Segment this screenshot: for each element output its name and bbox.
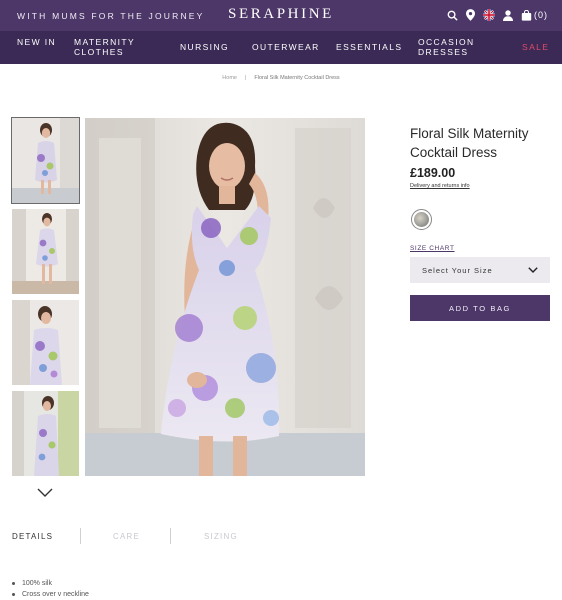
breadcrumb-home[interactable]: Home xyxy=(222,75,237,81)
breadcrumb: Home | Floral Silk Maternity Cocktail Dres… xyxy=(0,75,562,81)
search-icon[interactable] xyxy=(447,10,458,21)
product-title: Floral Silk Maternity Cocktail Dress xyxy=(410,126,529,160)
nav-item-outerwear[interactable]: OUTERWEAR xyxy=(252,42,320,52)
size-chart-link[interactable]: SIZE CHART xyxy=(410,245,455,252)
tab-sizing[interactable]: SIZING xyxy=(204,532,238,541)
location-pin-icon[interactable] xyxy=(466,9,475,21)
tab-care[interactable]: CARE xyxy=(113,532,140,541)
main-navigation: NEW IN MATERNITY CLOTHES NURSING OUTERWE… xyxy=(0,31,562,64)
gallery-thumbnail[interactable] xyxy=(12,300,79,385)
gallery-thumbnail[interactable] xyxy=(12,209,79,294)
nav-item-maternity-clothes[interactable]: MATERNITY CLOTHES xyxy=(74,37,146,57)
breadcrumb-separator: | xyxy=(244,75,247,81)
main-product-image[interactable] xyxy=(85,118,365,476)
list-item: Cross over v neckline xyxy=(12,589,89,600)
nav-item-nursing[interactable]: NURSING xyxy=(180,42,229,52)
details-list: 100% silk Cross over v neckline xyxy=(12,578,89,600)
product-price: £189.00 xyxy=(410,166,456,180)
gallery-thumbnail[interactable] xyxy=(12,391,79,476)
add-to-bag-button[interactable]: ADD TO BAG xyxy=(410,295,550,321)
size-select[interactable]: Select Your Size xyxy=(410,257,550,283)
swatch-fill xyxy=(414,212,429,227)
nav-item-occasion-dresses[interactable]: OCCASION DRESSES xyxy=(418,37,488,57)
account-icon[interactable] xyxy=(503,9,513,21)
colour-swatch[interactable] xyxy=(411,209,432,230)
bag-count: (0) xyxy=(534,10,548,20)
shopping-bag-button[interactable]: (0) xyxy=(521,9,548,21)
size-select-value: Select Your Size xyxy=(422,265,493,275)
uk-flag-icon[interactable] xyxy=(483,9,495,21)
chevron-down-icon xyxy=(528,267,538,273)
shopping-bag-icon xyxy=(521,9,532,21)
gallery-thumbnail[interactable] xyxy=(11,117,80,204)
tab-divider xyxy=(170,528,171,544)
tagline: WITH MUMS FOR THE JOURNEY xyxy=(17,11,205,21)
nav-item-sale[interactable]: SALE xyxy=(522,42,549,52)
chevron-down-icon[interactable] xyxy=(37,484,53,502)
brand-logo[interactable]: SERAPHINE xyxy=(228,6,334,23)
nav-item-essentials[interactable]: ESSENTIALS xyxy=(336,42,402,52)
nav-item-new-in[interactable]: NEW IN xyxy=(17,37,57,47)
tab-details[interactable]: DETAILS xyxy=(12,532,53,541)
header-utilities: (0) xyxy=(447,7,548,23)
delivery-returns-link[interactable]: Delivery and returns info xyxy=(410,183,470,189)
tab-divider xyxy=(80,528,81,544)
top-bar: WITH MUMS FOR THE JOURNEY SERAPHINE (0) xyxy=(0,0,562,31)
breadcrumb-current: Floral Silk Maternity Cocktail Dress xyxy=(254,75,340,81)
list-item: 100% silk xyxy=(12,578,89,589)
